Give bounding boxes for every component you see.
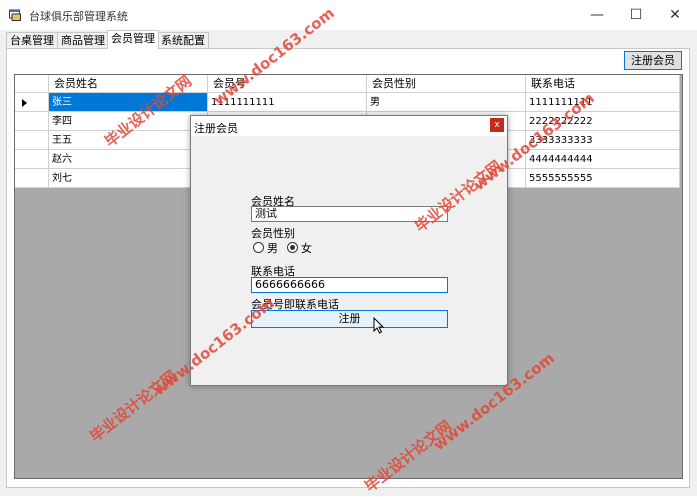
column-header-gender[interactable]: 会员性别 — [367, 75, 526, 93]
grid-corner[interactable] — [15, 75, 49, 93]
register-member-dialog: 注册会员 x 会员姓名 测试 会员性别 男 女 联系电话 6666666666 … — [190, 115, 508, 386]
cell-gender[interactable]: 男 — [367, 93, 526, 112]
tab-table-management[interactable]: 台桌管理 — [6, 32, 58, 48]
app-icon — [9, 9, 21, 21]
row-header[interactable] — [15, 169, 49, 188]
cell-name[interactable]: 刘七 — [49, 169, 208, 188]
mouse-pointer-icon — [373, 317, 385, 334]
window-title: 台球俱乐部管理系统 — [29, 10, 128, 23]
cell-phone[interactable]: 4444444444 — [526, 150, 680, 169]
close-button[interactable]: ✕ — [656, 0, 694, 30]
maximize-button[interactable]: ☐ — [617, 0, 655, 30]
tab-product-management[interactable]: 商品管理 — [57, 32, 109, 48]
column-header-phone[interactable]: 联系电话 — [526, 75, 680, 93]
title-bar[interactable]: 台球俱乐部管理系统 — ☐ ✕ — [0, 0, 697, 30]
submit-register-button[interactable]: 注册 — [251, 310, 448, 328]
gender-female-radio[interactable] — [287, 242, 298, 253]
row-header[interactable] — [15, 150, 49, 169]
dialog-title: 注册会员 — [194, 122, 238, 135]
dialog-title-bar[interactable]: 注册会员 x — [191, 116, 507, 136]
tab-system-config[interactable]: 系统配置 — [157, 32, 209, 48]
grid-header: 会员姓名 会员号 会员性别 联系电话 — [15, 75, 680, 93]
cell-phone[interactable]: 5555555555 — [526, 169, 680, 188]
phone-field[interactable]: 6666666666 — [251, 277, 448, 293]
current-row-arrow-icon — [22, 99, 27, 107]
row-header[interactable] — [15, 112, 49, 131]
tab-member-management[interactable]: 会员管理 — [107, 30, 159, 49]
dialog-close-button[interactable]: x — [490, 118, 504, 132]
cell-phone[interactable]: 1111111111 — [526, 93, 680, 112]
dialog-body: 会员姓名 测试 会员性别 男 女 联系电话 6666666666 会员号即联系电… — [191, 136, 507, 385]
register-member-button[interactable]: 注册会员 — [624, 51, 682, 70]
gender-male-radio[interactable] — [253, 242, 264, 253]
gender-female-label[interactable]: 女 — [301, 240, 312, 256]
gender-label: 会员性别 — [251, 227, 295, 240]
minimize-button[interactable]: — — [578, 0, 616, 30]
gender-male-label[interactable]: 男 — [267, 240, 278, 256]
cell-name[interactable]: 赵六 — [49, 150, 208, 169]
row-header[interactable] — [15, 93, 49, 112]
app-window: 台球俱乐部管理系统 — ☐ ✕ 台桌管理 商品管理 会员管理 系统配置 注册会员… — [0, 0, 697, 496]
row-header[interactable] — [15, 131, 49, 150]
